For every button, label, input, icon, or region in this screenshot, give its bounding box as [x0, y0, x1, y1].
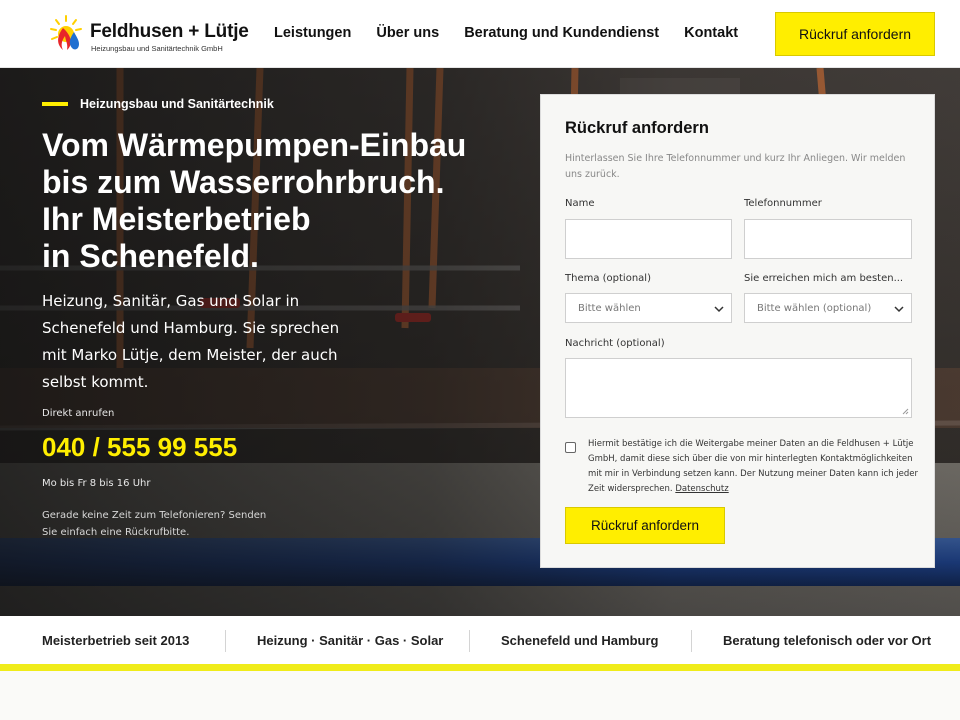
- consent-checkbox[interactable]: [565, 442, 576, 453]
- topic-select-value: Bitte wählen: [578, 302, 641, 314]
- company-logo[interactable]: Feldhusen + Lütje Heizungsbau und Sanitä…: [48, 14, 249, 56]
- trust-divider: [691, 630, 692, 652]
- logo-name: Feldhusen + Lütje: [90, 21, 249, 42]
- submit-callback-button[interactable]: Rückruf anfordern: [565, 507, 725, 544]
- consent-text: Hiermit bestätige ich die Weitergabe mei…: [588, 437, 918, 497]
- reach-select[interactable]: Bitte wählen (optional): [744, 293, 912, 323]
- phone-number-link[interactable]: 040 / 555 99 555: [42, 432, 237, 463]
- intro-line: Schenefeld und Hamburg. Sie sprechen: [42, 319, 340, 337]
- logo-subtitle: Heizungsbau und Sanitärtechnik GmbH: [91, 44, 223, 53]
- reach-label: Sie erreichen mich am besten...: [744, 273, 904, 284]
- headline-line: in Schenefeld.: [42, 238, 259, 274]
- name-label: Name: [565, 198, 595, 209]
- topic-label: Thema (optional): [565, 273, 651, 284]
- accent-divider: [0, 664, 960, 671]
- logo-flame-drop-icon: [50, 15, 82, 50]
- headline-line: bis zum Wasserrohrbruch.: [42, 164, 445, 200]
- consent-line: Hiermit bestätige ich die Weitergabe mei…: [588, 439, 914, 449]
- trust-item-consulting: Beratung telefonisch oder vor Ort: [723, 633, 932, 648]
- trust-divider: [469, 630, 470, 652]
- callback-form: Rückruf anfordern Hinterlassen Sie Ihre …: [540, 94, 935, 568]
- form-intro-line: uns zurück.: [565, 169, 620, 180]
- nav-link-kontakt[interactable]: Kontakt: [684, 25, 738, 41]
- headline-line: Vom Wärmepumpen-Einbau: [42, 127, 467, 163]
- message-label: Nachricht (optional): [565, 338, 665, 349]
- form-title: Rückruf anfordern: [565, 119, 709, 137]
- reach-select-value: Bitte wählen (optional): [757, 302, 872, 314]
- hero-headline: Vom Wärmepumpen-Einbau bis zum Wasserroh…: [42, 127, 532, 275]
- phone-input[interactable]: [744, 219, 912, 259]
- headline-line: Ihr Meisterbetrieb: [42, 201, 311, 237]
- main-nav: Leistungen Über uns Beratung und Kundend…: [274, 25, 738, 41]
- eyebrow-accent-bar: [42, 102, 68, 106]
- site-header: Feldhusen + Lütje Heizungsbau und Sanitä…: [0, 0, 960, 68]
- callback-hint-line: Sie einfach eine Rückrufbitte.: [42, 527, 190, 538]
- chevron-down-icon: [894, 306, 904, 313]
- name-input[interactable]: [565, 219, 732, 259]
- phone-label: Telefonnummer: [744, 198, 822, 209]
- chevron-down-icon: [714, 306, 724, 313]
- nav-link-beratung[interactable]: Beratung und Kundendienst: [464, 25, 659, 41]
- header-callback-button[interactable]: Rückruf anfordern: [775, 12, 935, 56]
- hero-eyebrow: Heizungsbau und Sanitärtechnik: [42, 97, 274, 111]
- form-intro-line: Hinterlassen Sie Ihre Telefonnummer und …: [565, 153, 906, 164]
- consent-line: mit mir in Verbindung setzen kann. Der N…: [588, 469, 918, 479]
- form-intro: Hinterlassen Sie Ihre Telefonnummer und …: [565, 151, 915, 183]
- eyebrow-text: Heizungsbau und Sanitärtechnik: [80, 97, 274, 111]
- topic-select[interactable]: Bitte wählen: [565, 293, 732, 323]
- trust-item-region: Schenefeld und Hamburg: [501, 633, 659, 648]
- nav-link-ueber-uns[interactable]: Über uns: [376, 25, 439, 41]
- below-fold-section: [0, 671, 960, 720]
- consent-line: Zeit widersprechen.: [588, 484, 673, 494]
- callback-hint: Gerade keine Zeit zum Telefonieren? Send…: [42, 507, 282, 541]
- intro-line: selbst kommt.: [42, 373, 149, 391]
- hero-intro: Heizung, Sanitär, Gas und Solar in Schen…: [42, 288, 352, 396]
- trust-divider: [225, 630, 226, 652]
- consent-line-last: Zeit widersprechen. Datenschutz: [588, 482, 916, 497]
- privacy-link[interactable]: Datenschutz: [675, 484, 728, 494]
- trust-bar: Meisterbetrieb seit 2013 Heizung · Sanit…: [0, 616, 960, 664]
- nav-link-leistungen[interactable]: Leistungen: [274, 25, 351, 41]
- message-textarea[interactable]: [565, 358, 912, 418]
- hero-section: Heizungsbau und Sanitärtechnik Vom Wärme…: [0, 68, 960, 616]
- intro-line: Heizung, Sanitär, Gas und Solar in: [42, 292, 300, 310]
- office-hours: Mo bis Fr 8 bis 16 Uhr: [42, 478, 151, 489]
- resize-grip-icon[interactable]: [902, 408, 909, 415]
- trust-item-meisterbetrieb: Meisterbetrieb seit 2013: [42, 633, 190, 648]
- callback-hint-line: Gerade keine Zeit zum Telefonieren? Send…: [42, 510, 267, 521]
- call-label: Direkt anrufen: [42, 408, 115, 419]
- consent-line: GmbH, damit diese sich über die von mir …: [588, 454, 913, 464]
- trust-item-services: Heizung · Sanitär · Gas · Solar: [257, 633, 444, 648]
- intro-line: mit Marko Lütje, dem Meister, der auch: [42, 346, 338, 364]
